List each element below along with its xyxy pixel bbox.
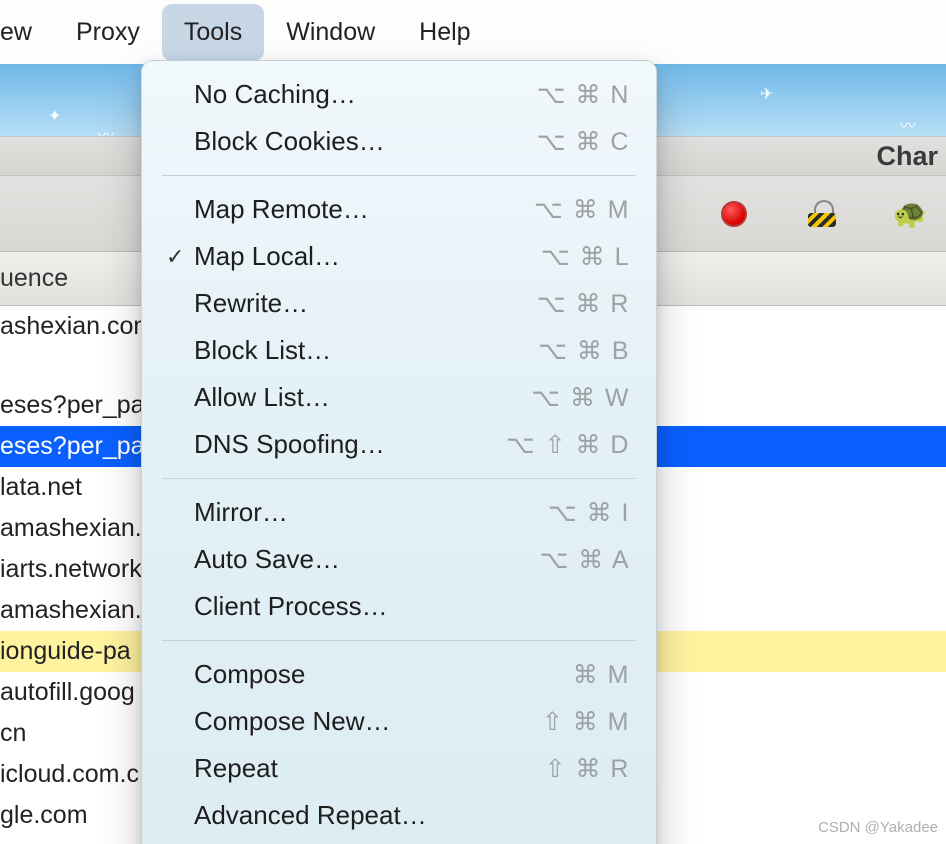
menu-item-label: Map Local… (194, 241, 541, 272)
window-title: Char (876, 141, 938, 172)
menubar: ew Proxy Tools Window Help (0, 0, 946, 64)
menu-item[interactable]: No Caching…⌥ ⌘ N (142, 71, 656, 118)
menu-item-label: Client Process… (194, 591, 630, 622)
ssl-lock-icon[interactable] (806, 198, 838, 230)
menu-item-shortcut: ⇧ ⌘ R (545, 754, 630, 784)
menu-item-label: Map Remote… (194, 194, 534, 225)
menu-item-shortcut: ⌥ ⌘ C (537, 127, 630, 157)
menu-item-label: Repeat (194, 753, 545, 784)
menu-separator (162, 640, 636, 641)
menubar-item-view[interactable]: ew (0, 4, 54, 61)
menu-item-shortcut: ⌥ ⇧ ⌘ D (506, 430, 630, 460)
record-icon[interactable] (718, 198, 750, 230)
menu-item-label: Compose (194, 659, 573, 690)
menu-item[interactable]: Advanced Repeat… (142, 792, 656, 839)
menu-item[interactable]: Allow List…⌥ ⌘ W (142, 374, 656, 421)
menu-item[interactable]: Repeat⇧ ⌘ R (142, 745, 656, 792)
tab-sequence[interactable]: uence (0, 254, 76, 303)
menu-item-shortcut: ⌥ ⌘ A (540, 545, 631, 575)
tools-dropdown: No Caching…⌥ ⌘ NBlock Cookies…⌥ ⌘ CMap R… (141, 60, 657, 844)
menu-item-label: Rewrite… (194, 288, 537, 319)
menu-item-shortcut: ⌥ ⌘ L (541, 242, 630, 272)
menu-item-label: Advanced Repeat… (194, 800, 630, 831)
menu-item-label: Auto Save… (194, 544, 540, 575)
menu-item-shortcut: ⌥ ⌘ N (537, 80, 630, 110)
menu-item[interactable]: Compose New…⇧ ⌘ M (142, 698, 656, 745)
menu-item-label: DNS Spoofing… (194, 429, 506, 460)
menu-item[interactable]: Client Process… (142, 583, 656, 630)
menu-item-shortcut: ⌥ ⌘ I (548, 498, 630, 528)
menu-item-label: Block Cookies… (194, 126, 537, 157)
menu-item[interactable]: ✓Map Local…⌥ ⌘ L (142, 233, 656, 280)
menu-item[interactable]: Mirror…⌥ ⌘ I (142, 489, 656, 536)
menu-item-shortcut: ⌥ ⌘ B (538, 336, 630, 366)
menu-item[interactable]: Block Cookies…⌥ ⌘ C (142, 118, 656, 165)
menu-separator (162, 478, 636, 479)
menubar-item-tools[interactable]: Tools (162, 4, 264, 61)
menubar-item-help[interactable]: Help (397, 4, 492, 61)
menu-item-label: Allow List… (194, 382, 531, 413)
menubar-item-proxy[interactable]: Proxy (54, 4, 162, 61)
menu-item-shortcut: ⇧ ⌘ M (542, 707, 630, 737)
menu-item[interactable]: Rewrite…⌥ ⌘ R (142, 280, 656, 327)
menu-item[interactable]: Auto Save…⌥ ⌘ A (142, 536, 656, 583)
menu-item[interactable]: Block List…⌥ ⌘ B (142, 327, 656, 374)
menu-item[interactable]: DNS Spoofing…⌥ ⇧ ⌘ D (142, 421, 656, 468)
menu-item-shortcut: ⌥ ⌘ M (534, 195, 630, 225)
menu-item-label: Block List… (194, 335, 538, 366)
menu-item-label: Mirror… (194, 497, 548, 528)
menu-item-label: Compose New… (194, 706, 542, 737)
watermark: CSDN @Yakadee (818, 819, 938, 836)
menu-item-label: No Caching… (194, 79, 537, 110)
menu-item[interactable]: Validate (142, 839, 656, 844)
menu-item[interactable]: Compose⌘ M (142, 651, 656, 698)
menu-item-shortcut: ⌥ ⌘ R (537, 289, 630, 319)
menu-item-shortcut: ⌘ M (573, 660, 630, 690)
menu-item-shortcut: ⌥ ⌘ W (531, 383, 630, 413)
menu-separator (162, 175, 636, 176)
checkmark-icon: ✓ (166, 244, 194, 270)
menubar-item-window[interactable]: Window (264, 4, 397, 61)
throttle-icon[interactable]: 🐢 (894, 198, 926, 230)
menu-item[interactable]: Map Remote…⌥ ⌘ M (142, 186, 656, 233)
